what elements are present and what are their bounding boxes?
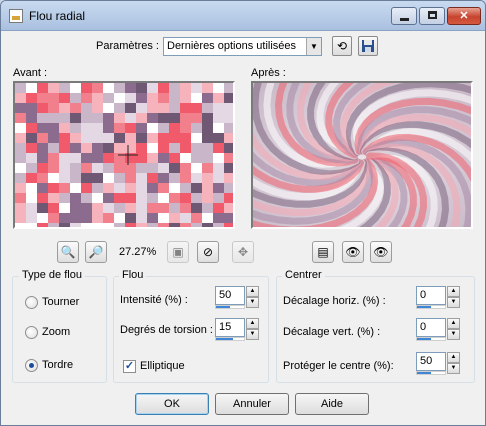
twist-stepper[interactable]: 15 ▲ ▼ <box>215 318 259 341</box>
v-offset-stepper[interactable]: 0 ▲ ▼ <box>416 318 460 341</box>
intensity-down-button[interactable]: ▼ <box>246 297 259 308</box>
before-label: Avant : <box>13 67 48 79</box>
pan-icon: ✥ <box>237 245 249 259</box>
protect-center-field[interactable]: 50 <box>416 352 446 371</box>
after-preview[interactable] <box>251 81 473 229</box>
intensity-label: Intensité (%) : <box>120 294 188 306</box>
intensity-up-button[interactable]: ▲ <box>246 286 259 297</box>
zoom-in-icon: 🔎 <box>88 245 104 259</box>
zoom-out-icon: 🔍 <box>60 245 76 259</box>
help-button[interactable]: Aide <box>295 393 369 415</box>
h-offset-up-button[interactable]: ▲ <box>447 286 460 297</box>
proof-window-icon: ▤ <box>317 245 329 259</box>
v-offset-down-button[interactable]: ▼ <box>447 329 460 340</box>
before-preview[interactable] <box>13 81 235 229</box>
minimize-button[interactable] <box>391 7 417 25</box>
h-offset-slider-fill <box>417 306 431 308</box>
pan-button[interactable]: ✥ <box>232 241 254 263</box>
twist-slider[interactable] <box>215 337 245 341</box>
window-title: Flou radial <box>29 9 86 23</box>
intensity-field[interactable]: 50 <box>215 286 245 305</box>
protect-center-down-button[interactable]: ▼ <box>447 363 460 374</box>
reset-zoom-icon: ⊘ <box>202 245 214 259</box>
close-button[interactable]: ✕ <box>447 7 481 25</box>
minimize-icon <box>400 18 409 21</box>
radio-zoom[interactable] <box>25 326 38 339</box>
zoom-out-button[interactable]: 🔍 <box>57 241 79 263</box>
elliptical-checkbox[interactable]: ✓ <box>123 360 136 373</box>
h-offset-label: Décalage horiz. (%) : <box>283 295 386 307</box>
save-preset-button[interactable] <box>358 36 378 56</box>
radio-zoom-label[interactable]: Zoom <box>42 326 70 338</box>
cancel-button[interactable]: Annuler <box>215 393 289 415</box>
twist-up-button[interactable]: ▲ <box>246 318 259 329</box>
presets-label: Paramètres : <box>96 40 159 52</box>
protect-center-label: Protéger le centre (%): <box>283 360 394 372</box>
twist-slider-fill <box>216 338 233 340</box>
reset-preset-button[interactable]: ⟲ <box>332 36 352 56</box>
reset-arrow-icon: ⟲ <box>336 39 348 53</box>
v-offset-label: Décalage vert. (%) : <box>283 326 381 338</box>
close-icon: ✕ <box>459 10 469 22</box>
blur-type-title: Type de flou <box>19 269 85 281</box>
lock-view-button[interactable]: 👁 <box>342 241 364 263</box>
auto-proof-icon: 👁 <box>373 245 389 259</box>
presets-dropdown[interactable]: Dernières options utilisées ▼ <box>163 37 322 56</box>
title-bar[interactable]: Flou radial ✕ <box>1 1 485 31</box>
radio-tordre-label[interactable]: Tordre <box>42 359 73 371</box>
zoom-fit-icon: ▣ <box>172 245 184 259</box>
v-offset-field[interactable]: 0 <box>416 318 446 337</box>
v-offset-up-button[interactable]: ▲ <box>447 318 460 329</box>
v-offset-slider[interactable] <box>416 337 446 341</box>
presets-selected: Dernières options utilisées <box>167 40 297 52</box>
lock-view-icon: 👁 <box>345 245 361 259</box>
v-offset-slider-fill <box>417 338 431 340</box>
maximize-icon <box>428 11 437 19</box>
protect-center-slider[interactable] <box>416 371 446 375</box>
intensity-stepper[interactable]: 50 ▲ ▼ <box>215 286 259 309</box>
h-offset-down-button[interactable]: ▼ <box>447 297 460 308</box>
after-preview-image <box>253 83 471 227</box>
protect-center-stepper[interactable]: 50 ▲ ▼ <box>416 352 460 375</box>
dialog-window: Flou radial ✕ Paramètres : Dernières opt… <box>0 0 486 426</box>
ok-button[interactable]: OK <box>135 393 209 415</box>
h-offset-field[interactable]: 0 <box>416 286 446 305</box>
after-label: Après : <box>251 67 286 79</box>
elliptical-label[interactable]: Elliptique <box>140 360 185 372</box>
radio-tourner[interactable] <box>25 296 38 309</box>
chevron-down-icon[interactable]: ▼ <box>306 38 321 55</box>
zoom-level: 27.27% <box>119 246 157 258</box>
twist-down-button[interactable]: ▼ <box>246 329 259 340</box>
blur-title: Flou <box>119 269 147 281</box>
app-icon <box>9 9 23 23</box>
reset-zoom-button[interactable]: ⊘ <box>197 241 219 263</box>
auto-proof-button[interactable]: 👁 <box>370 241 392 263</box>
protect-center-slider-fill <box>417 372 431 374</box>
proof-window-button[interactable]: ▤ <box>312 241 334 263</box>
h-offset-slider[interactable] <box>416 305 446 309</box>
before-preview-image <box>15 83 233 227</box>
maximize-button[interactable] <box>419 7 445 25</box>
radio-tordre[interactable] <box>25 359 38 372</box>
h-offset-stepper[interactable]: 0 ▲ ▼ <box>416 286 460 309</box>
zoom-fit-button[interactable]: ▣ <box>167 241 189 263</box>
center-title: Centrer <box>282 269 325 281</box>
zoom-in-button[interactable]: 🔎 <box>85 241 107 263</box>
intensity-slider[interactable] <box>215 305 245 309</box>
floppy-disk-icon <box>362 40 374 52</box>
protect-center-up-button[interactable]: ▲ <box>447 352 460 363</box>
intensity-slider-fill <box>216 306 230 308</box>
radio-tourner-label[interactable]: Tourner <box>42 296 79 308</box>
twist-label: Degrés de torsion : <box>120 324 213 336</box>
twist-field[interactable]: 15 <box>215 318 245 337</box>
